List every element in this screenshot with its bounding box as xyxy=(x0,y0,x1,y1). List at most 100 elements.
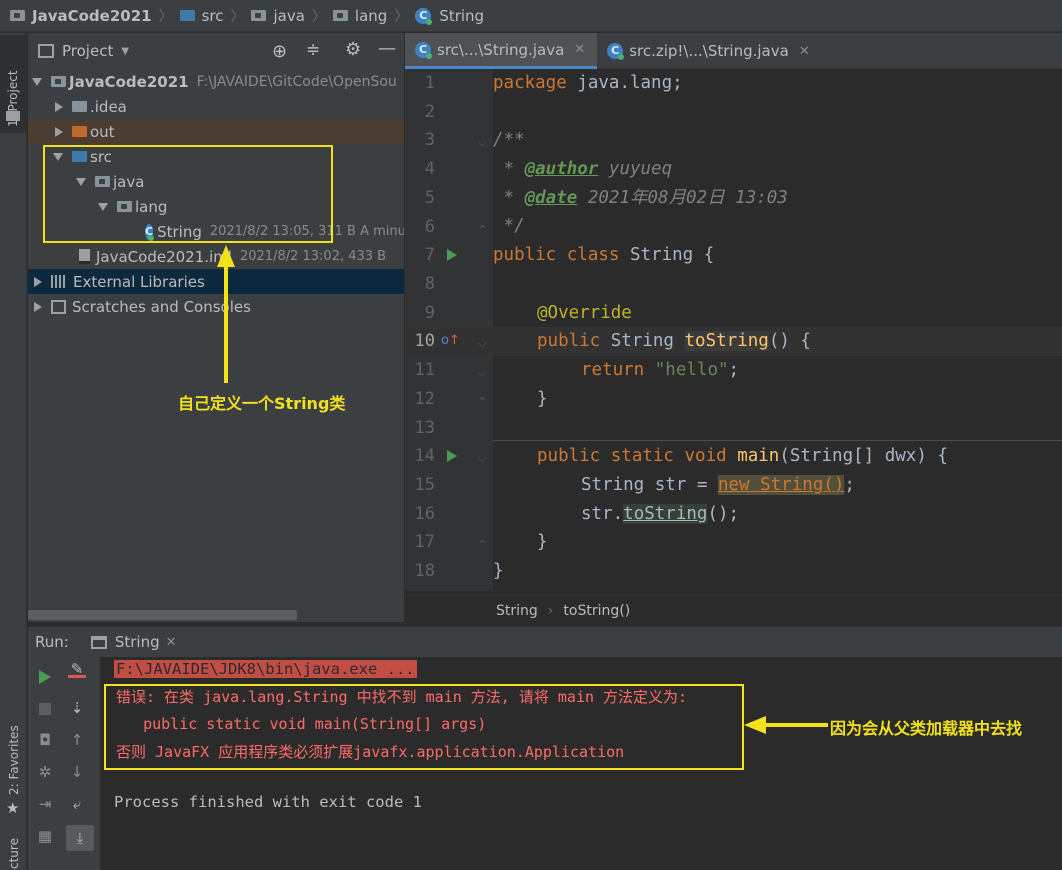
code-text: } xyxy=(537,389,548,409)
code-text: ; xyxy=(844,475,855,495)
line-number: 17 xyxy=(414,532,435,552)
star-icon[interactable]: ★ xyxy=(6,799,19,817)
code-text: (String[] dwx) { xyxy=(779,446,948,466)
module-folder-icon xyxy=(51,76,66,87)
code-annotation: @Override xyxy=(537,303,632,323)
code-comment: */ xyxy=(493,216,525,236)
run-toolbar: ◘ ✲ ⇥ ▦ ✎ ⇣ ↑ ↓ ⤶ ⤓ xyxy=(28,657,100,870)
collapse-all-icon[interactable]: ≑ xyxy=(306,40,320,60)
line-number: 18 xyxy=(414,561,435,581)
line-number: 4 xyxy=(424,159,435,179)
project-tree: JavaCode2021 F:\JAVAIDE\GitCode\OpenSou … xyxy=(28,69,404,622)
highlight-box xyxy=(43,145,333,243)
code-comment: * xyxy=(493,159,525,179)
class-icon: C xyxy=(415,7,433,25)
code-keyword: return xyxy=(581,360,645,380)
code-comment: /** xyxy=(493,130,525,150)
code-text: (); xyxy=(707,504,740,524)
layout-icon[interactable]: ▦ xyxy=(34,827,56,845)
close-icon[interactable]: ✕ xyxy=(574,42,585,57)
collapsed-arrow-icon xyxy=(55,126,63,137)
console-exit-line: Process finished with exit code 1 xyxy=(114,793,422,811)
console-output[interactable]: F:\JAVAIDE\JDK8\bin\java.exe ... 错误: 在类 … xyxy=(100,657,1062,870)
collapsed-arrow-icon xyxy=(55,101,63,112)
fold-marker-icon[interactable]: ⌃ xyxy=(478,223,487,236)
line-number: 14 xyxy=(414,446,435,466)
run-main-icon[interactable] xyxy=(447,450,457,462)
camera-icon[interactable]: ◘ xyxy=(34,731,56,749)
line-number: 10 xyxy=(414,331,435,351)
code-string: "hello" xyxy=(654,360,729,380)
code-method-name: main xyxy=(737,446,780,466)
project-panel-header: Project ▼ ⊕ ≑ ⚙ — xyxy=(28,33,404,69)
override-icon[interactable]: o↑ xyxy=(441,333,460,348)
code-editor[interactable]: package java.lang; /** * @author yuyueq … xyxy=(493,69,1062,591)
tree-node-root[interactable]: JavaCode2021 F:\JAVAIDE\GitCode\OpenSou xyxy=(28,69,404,94)
code-method-call: toString xyxy=(623,504,708,524)
tab-string-java[interactable]: C src\...\String.java ✕ xyxy=(405,33,598,69)
collapsed-arrow-icon xyxy=(34,301,42,312)
tree-node-idea[interactable]: .idea xyxy=(28,94,404,119)
arrow-up-icon[interactable]: ↑ xyxy=(66,731,88,749)
code-keyword: public class xyxy=(493,245,620,265)
package-icon xyxy=(332,10,348,21)
stop-icon[interactable] xyxy=(39,703,51,715)
breadcrumb-src[interactable]: src xyxy=(179,7,223,25)
line-number: 16 xyxy=(414,504,435,524)
gear-icon[interactable]: ⚙ xyxy=(345,39,361,60)
sort-icon[interactable]: ⇣ xyxy=(66,699,88,717)
editor-tabs: C src\...\String.java ✕ C src.zip!\...\S… xyxy=(405,33,1062,69)
fold-marker-icon[interactable]: ⌵ xyxy=(478,366,486,380)
editor-gutter: 1 2 3 4 5 6 7 8 9 10 11 12 13 14 15 16 1… xyxy=(405,69,493,591)
code-new-expression: new String() xyxy=(717,475,845,495)
breadcrumb-string[interactable]: C String xyxy=(415,7,484,25)
login-icon[interactable]: ⇥ xyxy=(34,795,56,813)
tree-node-out[interactable]: out xyxy=(28,119,404,144)
annotation-label-custom-string: 自己定义一个String类 xyxy=(178,394,346,413)
tab-src-zip-string-java[interactable]: C src.zip!\...\String.java ✕ xyxy=(597,33,822,69)
fold-marker-icon[interactable]: ⌃ xyxy=(478,395,487,408)
debug-icon[interactable]: ✲ xyxy=(34,763,56,781)
editor-breadcrumb-method[interactable]: toString() xyxy=(563,603,630,619)
left-tool-stripe: 1: Project 2: Favorites ★ cture xyxy=(0,33,27,870)
breadcrumb-lang[interactable]: lang xyxy=(332,7,387,25)
fold-marker-icon[interactable]: ⌃ xyxy=(478,538,487,551)
code-text: String { xyxy=(619,245,715,265)
horizontal-scrollbar[interactable] xyxy=(28,610,297,620)
pencil-icon[interactable]: ✎ xyxy=(66,660,88,678)
fold-marker-icon[interactable]: ⌵ xyxy=(478,452,486,466)
breadcrumb-project[interactable]: JavaCode2021 xyxy=(10,7,152,25)
fold-marker-icon[interactable]: ⌵ xyxy=(478,337,486,351)
minimize-icon[interactable]: — xyxy=(378,38,396,59)
close-icon[interactable]: ✕ xyxy=(799,44,810,59)
editor-breadcrumb: String › toString() xyxy=(405,595,1062,625)
fold-marker-icon[interactable]: ⌵ xyxy=(478,136,486,150)
line-number: 11 xyxy=(414,360,435,380)
project-view-selector[interactable]: Project xyxy=(62,42,113,60)
scratches-icon xyxy=(51,299,66,314)
code-text: java.lang; xyxy=(566,73,683,93)
line-number: 8 xyxy=(424,274,435,294)
rerun-icon[interactable] xyxy=(39,670,51,684)
locate-icon[interactable]: ⊕ xyxy=(272,41,287,62)
close-icon[interactable]: ✕ xyxy=(166,635,177,650)
scroll-to-end-icon[interactable]: ⤓ xyxy=(66,825,94,851)
editor-breadcrumb-class[interactable]: String xyxy=(496,603,538,619)
class-icon: C xyxy=(607,43,625,60)
code-text: } xyxy=(493,561,504,581)
dropdown-arrow-icon[interactable]: ▼ xyxy=(121,46,129,57)
code-comment: 2021年08月02日 13:03 xyxy=(577,188,788,208)
chevron-right-icon: 〉 xyxy=(311,8,326,25)
expanded-arrow-icon xyxy=(32,77,42,86)
arrow-up-icon xyxy=(217,245,235,383)
structure-tool-label[interactable]: cture xyxy=(7,838,21,869)
breadcrumb-java[interactable]: java xyxy=(251,7,305,25)
run-panel-header: Run: String ✕ xyxy=(28,626,1062,657)
favorites-tool-label[interactable]: 2: Favorites xyxy=(7,725,21,795)
annotation-label-parent-loader: 因为会从父类加载器中去找 xyxy=(830,719,1023,738)
folder-icon xyxy=(179,10,195,21)
run-class-icon[interactable] xyxy=(447,249,457,261)
soft-wrap-icon[interactable]: ⤶ xyxy=(66,795,88,813)
arrow-down-icon[interactable]: ↓ xyxy=(66,763,88,781)
run-tab-string[interactable]: String xyxy=(115,633,160,651)
